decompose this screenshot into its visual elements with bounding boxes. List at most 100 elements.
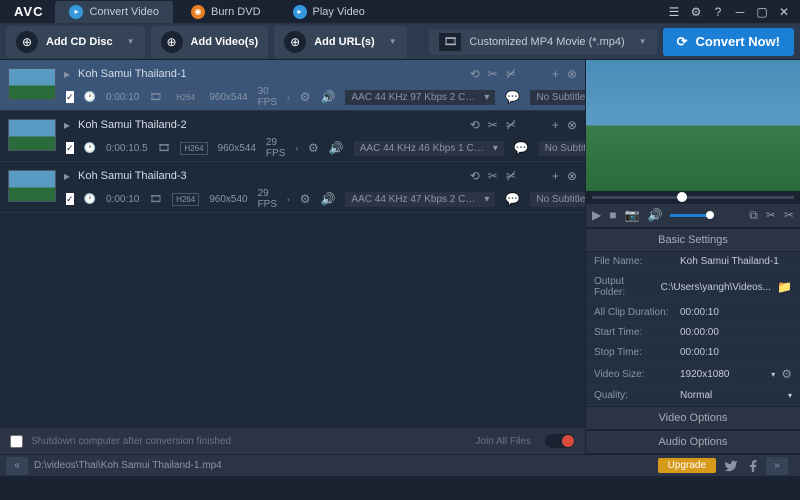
join-files-toggle[interactable] — [545, 434, 575, 448]
audio-label: AAC 44 KHz 97 Kbps 2 CH ... — [351, 92, 480, 103]
setting-row: Stop Time:00:00:10 — [586, 343, 800, 363]
output-profile-select[interactable]: 🎞 Customized MP4 Movie (*.mp4) ▼ — [429, 29, 656, 55]
include-checkbox[interactable]: ✓ — [66, 91, 74, 103]
video-preview[interactable] — [586, 60, 800, 191]
include-checkbox[interactable]: ✓ — [66, 142, 74, 154]
seek-slider[interactable] — [586, 191, 800, 204]
setting-value[interactable]: 1920x1080 — [680, 369, 765, 380]
tab-burn-dvd[interactable]: ◉Burn DVD — [177, 1, 275, 23]
setting-value[interactable]: C:\Users\yangh\Videos... — [661, 282, 771, 293]
add-cd-discbutton[interactable]: ⊕Add CD Disc▼ — [6, 26, 145, 58]
expand-icon[interactable]: ▸ — [64, 67, 70, 81]
fps: 29 FPS — [266, 137, 285, 159]
trim-start-icon[interactable]: ✂ — [766, 208, 776, 222]
cut-icon[interactable]: ✂ — [488, 169, 498, 183]
add-icon: ⊕ — [16, 31, 38, 53]
audio-track-select[interactable]: AAC 44 KHz 97 Kbps 2 CH ... ▾ — [345, 90, 495, 105]
file-item[interactable]: ▸ Koh Samui Thailand-2 ⟲ ✂ ✂̸ + ⊗ ✓ 🕐 0:… — [0, 111, 585, 162]
setting-value[interactable]: Normal — [680, 390, 782, 401]
facebook-icon[interactable] — [744, 458, 762, 474]
audio-track-select[interactable]: AAC 44 KHz 47 Kbps 2 CH ...▾ — [345, 192, 495, 207]
upgrade-button[interactable]: Upgrade — [658, 458, 716, 473]
shutdown-label: Shutdown computer after conversion finis… — [31, 436, 231, 447]
remove-icon[interactable]: ⊗ — [567, 169, 577, 183]
button-label: Add URL(s) — [314, 36, 375, 48]
cut-icon[interactable]: ✂ — [488, 118, 498, 132]
subtitle-label: No Subtitle — [536, 194, 585, 205]
expand-icon[interactable]: ▸ — [64, 118, 70, 132]
add-video-s-button[interactable]: ⊕Add Video(s) — [151, 26, 269, 58]
setting-value: Koh Samui Thailand-1 — [680, 256, 792, 267]
volume-icon[interactable]: 🔊 — [647, 208, 662, 222]
clock-icon: 🕐 — [84, 92, 96, 103]
trim-end-icon[interactable]: ✂ — [784, 208, 794, 222]
cut-icon[interactable]: ✂ — [488, 67, 498, 81]
convert-now-button[interactable]: ⟳ Convert Now! — [663, 28, 794, 56]
folder-icon[interactable]: 📁 — [777, 280, 792, 294]
add-icon[interactable]: + — [552, 67, 559, 81]
codec: H264 — [180, 142, 207, 155]
chevron-down-icon[interactable]: ▾ — [771, 370, 775, 379]
app-logo: AVC — [6, 4, 51, 19]
maximize-icon[interactable]: ▢ — [752, 3, 772, 21]
play-icon[interactable]: ▶ — [592, 208, 601, 222]
gear-icon[interactable]: ⚙ — [781, 367, 792, 381]
add-url-s-button[interactable]: ⊕Add URL(s)▼ — [274, 26, 406, 58]
twitter-icon[interactable] — [722, 458, 740, 474]
film-icon: 🎞 — [149, 194, 162, 205]
video-opts-icon[interactable]: › — [287, 93, 290, 102]
video-opts-icon[interactable]: › — [295, 144, 298, 153]
loop-icon[interactable]: ⧉ — [749, 208, 758, 223]
chevron-down-icon: ▾ — [493, 143, 498, 154]
snapshot-icon[interactable]: 📷 — [624, 208, 639, 222]
refresh-icon[interactable]: ⟲ — [470, 67, 480, 81]
setting-label: Quality: — [594, 390, 674, 401]
audio-options-button[interactable]: Audio Options — [586, 430, 800, 454]
subtitle-select[interactable]: No Subtitle▾ — [530, 192, 585, 207]
duration: 0:00:10 — [106, 194, 139, 205]
file-item[interactable]: ▸ Koh Samui Thailand-3 ⟲ ✂ ✂̸ + ⊗ ✓ 🕐 0:… — [0, 162, 585, 213]
subtitle-select[interactable]: No Subtitle▾ — [539, 141, 585, 156]
close-icon[interactable]: ✕ — [774, 3, 794, 21]
effects-icon[interactable]: ✂̸ — [506, 169, 516, 183]
tune-icon[interactable]: ⚙ — [308, 141, 319, 155]
expand-icon[interactable]: ▸ — [64, 169, 70, 183]
subtitle-select[interactable]: No Subtitle▾ — [530, 90, 585, 105]
video-opts-icon[interactable]: › — [287, 195, 290, 204]
effects-icon[interactable]: ✂̸ — [506, 118, 516, 132]
effects-icon[interactable]: ✂̸ — [506, 67, 516, 81]
minimize-icon[interactable]: ─ — [730, 3, 750, 21]
chevron-down-icon: ▼ — [127, 37, 135, 46]
shutdown-checkbox[interactable] — [10, 435, 23, 448]
tune-icon[interactable]: ⚙ — [300, 192, 311, 206]
settings-icon[interactable]: ⚙ — [686, 3, 706, 21]
chevron-down-icon: ▼ — [389, 37, 397, 46]
tab-play-video[interactable]: ▸Play Video — [279, 1, 379, 23]
include-checkbox[interactable]: ✓ — [66, 193, 74, 205]
remove-icon[interactable]: ⊗ — [567, 118, 577, 132]
setting-label: Start Time: — [594, 327, 674, 338]
stop-icon[interactable]: ■ — [609, 208, 616, 222]
tab-label: Play Video — [313, 6, 365, 18]
file-title: Koh Samui Thailand-1 — [78, 68, 462, 80]
volume-slider[interactable] — [670, 214, 710, 217]
chevron-down-icon[interactable]: ▾ — [788, 391, 792, 400]
menu-icon[interactable]: ☰ — [664, 3, 684, 21]
chevron-down-icon: ▾ — [484, 92, 489, 103]
add-icon[interactable]: + — [552, 169, 559, 183]
video-options-button[interactable]: Video Options — [586, 406, 800, 430]
file-item[interactable]: ▸ Koh Samui Thailand-1 ⟲ ✂ ✂̸ + ⊗ ✓ 🕐 0:… — [0, 60, 585, 111]
speaker-icon: 🔊 — [329, 141, 344, 155]
tune-icon[interactable]: ⚙ — [300, 90, 311, 104]
refresh-icon[interactable]: ⟲ — [470, 118, 480, 132]
setting-label: Stop Time: — [594, 347, 674, 358]
refresh-icon[interactable]: ⟲ — [470, 169, 480, 183]
collapse-left-icon[interactable]: « — [6, 457, 28, 475]
collapse-right-icon[interactable]: » — [766, 457, 788, 475]
tab-convert-video[interactable]: ▸Convert Video — [55, 1, 173, 23]
setting-row: Quality: Normal ▾ — [586, 386, 800, 406]
help-icon[interactable]: ? — [708, 3, 728, 21]
audio-track-select[interactable]: AAC 44 KHz 46 Kbps 1 CH ...▾ — [354, 141, 504, 156]
add-icon[interactable]: + — [552, 118, 559, 132]
remove-icon[interactable]: ⊗ — [567, 67, 577, 81]
